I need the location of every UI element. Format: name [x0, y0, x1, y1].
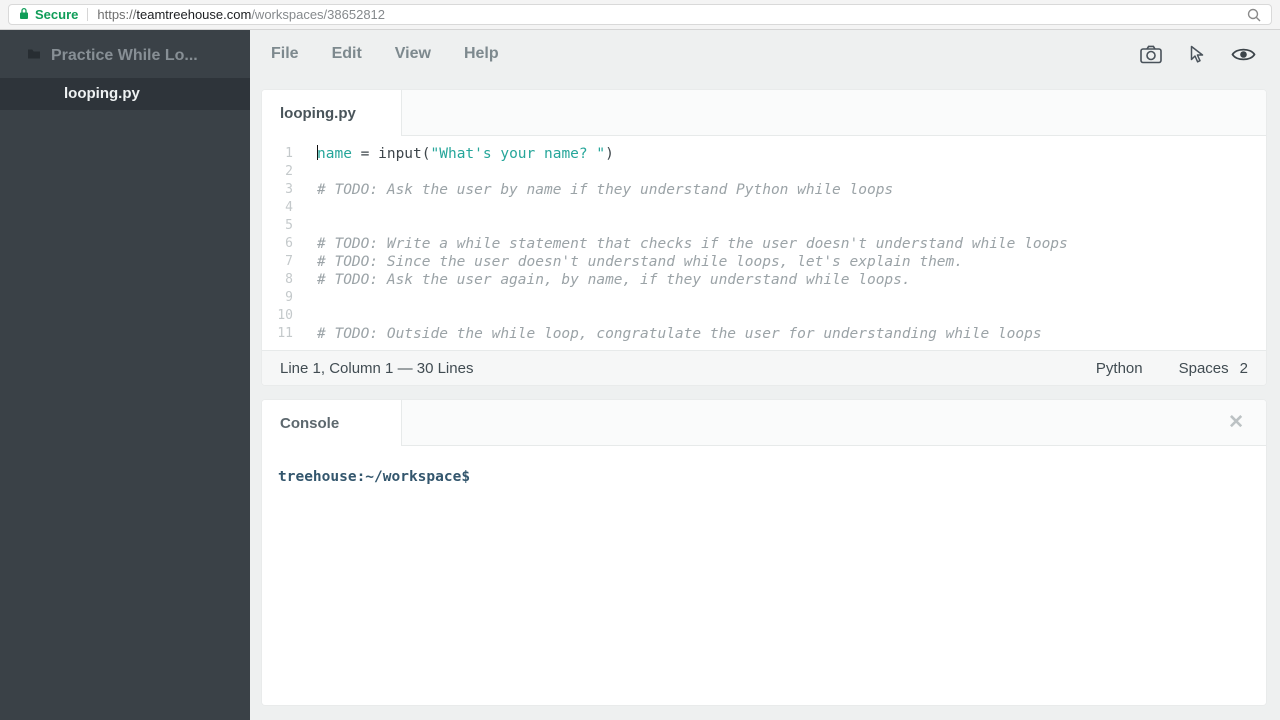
file-sidebar: Practice While Lo... looping.py	[0, 30, 250, 720]
console-panel: Console ✕ treehouse:~/workspace$	[262, 400, 1266, 705]
address-bar[interactable]: Secure https://teamtreehouse.com/workspa…	[8, 4, 1272, 25]
code-text[interactable]: # TODO: Ask the user by name if they und…	[293, 181, 893, 199]
lock-icon	[19, 7, 29, 23]
file-name: looping.py	[64, 85, 140, 102]
cursor-position-status: Line 1, Column 1 — 30 Lines	[280, 359, 474, 377]
close-icon[interactable]: ✕	[1228, 413, 1244, 432]
indent-selector[interactable]: Spaces 2	[1179, 360, 1248, 377]
pointer-icon[interactable]	[1189, 45, 1204, 64]
editor-tab-label: looping.py	[280, 104, 356, 122]
url-separator	[87, 8, 89, 21]
browser-chrome: Secure https://teamtreehouse.com/workspa…	[0, 0, 1280, 30]
code-text[interactable]	[293, 217, 317, 235]
project-title: Practice While Lo...	[51, 47, 198, 64]
code-text[interactable]	[293, 289, 317, 307]
code-text[interactable]	[293, 163, 317, 181]
code-lines: 1 name = input("What's your name? ") 2 3 # T…	[262, 145, 1266, 343]
line-number: 6	[285, 236, 293, 251]
code-text[interactable]	[293, 199, 317, 217]
menu-file[interactable]: File	[271, 45, 299, 63]
url-protocol: https://	[97, 7, 137, 22]
url-domain: teamtreehouse.com	[136, 7, 252, 22]
zoom-icon[interactable]	[1247, 8, 1261, 22]
line-number: 10	[277, 308, 293, 323]
code-text[interactable]	[293, 307, 317, 325]
editor-panel: looping.py 1 name = input("What's your na…	[262, 90, 1266, 385]
terminal-prompt: treehouse:~/workspace$	[278, 469, 471, 485]
camera-icon[interactable]	[1140, 45, 1162, 64]
line-number: 8	[285, 272, 293, 287]
code-line: 1 name = input("What's your name? ")	[262, 145, 1266, 163]
line-number: 1	[285, 146, 293, 161]
console-tab-bar: Console ✕	[262, 400, 1266, 446]
code-line: 9	[262, 289, 1266, 307]
code-text[interactable]: # TODO: Write a while statement that che…	[293, 235, 1068, 253]
code-text[interactable]: # TODO: Since the user doesn't understan…	[293, 253, 963, 271]
code-line: 6 # TODO: Write a while statement that ch…	[262, 235, 1266, 253]
indent-label: Spaces	[1178, 359, 1229, 377]
line-number: 9	[285, 290, 293, 305]
line-number: 11	[277, 326, 293, 341]
code-line: 7 # TODO: Since the user doesn't understa…	[262, 253, 1266, 271]
code-line: 10	[262, 307, 1266, 325]
code-line: 4	[262, 199, 1266, 217]
sidebar-file-looping-py[interactable]: looping.py	[0, 78, 250, 110]
language-selector[interactable]: Python	[1096, 360, 1143, 377]
menu-help[interactable]: Help	[464, 45, 499, 63]
code-line: 2	[262, 163, 1266, 181]
code-text[interactable]: # TODO: Outside the while loop, congratu…	[293, 325, 1042, 343]
code-text[interactable]: # TODO: Ask the user again, by name, if …	[293, 271, 911, 289]
code-line: 11 # TODO: Outside the while loop, congra…	[262, 325, 1266, 343]
code-line: 3 # TODO: Ask the user by name if they un…	[262, 181, 1266, 199]
secure-label: Secure	[35, 7, 79, 22]
tab-looping-py[interactable]: looping.py	[262, 90, 402, 136]
line-number: 5	[285, 218, 293, 233]
editor-tab-bar: looping.py	[262, 90, 1266, 136]
line-number: 7	[285, 254, 293, 269]
code-line: 8 # TODO: Ask the user again, by name, if…	[262, 271, 1266, 289]
tab-console[interactable]: Console	[262, 400, 402, 446]
eye-icon[interactable]	[1231, 46, 1256, 63]
workspace-main: File Edit View Help looping.py 1 name = i…	[250, 30, 1280, 720]
menu-edit[interactable]: Edit	[332, 45, 362, 63]
editor-status-bar: Line 1, Column 1 — 30 Lines Python Space…	[262, 350, 1266, 385]
code-text[interactable]: name = input("What's your name? ")	[293, 145, 614, 163]
folder-icon	[27, 47, 41, 65]
line-number: 4	[285, 200, 293, 215]
code-editor[interactable]: 1 name = input("What's your name? ") 2 3 # T…	[262, 137, 1266, 350]
menu-bar: File Edit View Help	[250, 30, 1280, 78]
indent-value: 2	[1239, 359, 1248, 377]
toolbar	[1140, 30, 1256, 78]
line-number: 3	[285, 182, 293, 197]
url-path: /workspaces/38652812	[251, 7, 386, 22]
console-tab-label: Console	[280, 414, 340, 432]
line-number: 2	[285, 164, 293, 179]
code-line: 5	[262, 217, 1266, 235]
project-header: Practice While Lo...	[0, 30, 250, 78]
menu-view[interactable]: View	[395, 45, 431, 63]
terminal[interactable]: treehouse:~/workspace$	[262, 446, 1266, 508]
